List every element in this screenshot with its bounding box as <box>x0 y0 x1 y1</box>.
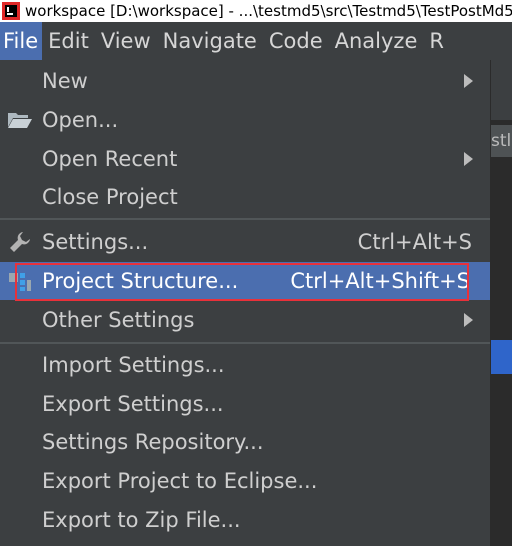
menu-bar: File Edit View Navigate Code Analyze R <box>0 22 512 60</box>
toolbar-background <box>491 60 512 120</box>
menu-separator <box>0 342 490 344</box>
menu-item-open[interactable]: Open... <box>0 101 490 139</box>
menu-file[interactable]: File <box>0 22 43 60</box>
menu-code[interactable]: Code <box>263 22 329 60</box>
window-title-bar: workspace [D:\workspace] - ...\testmd5\s… <box>0 0 512 22</box>
menu-analyze[interactable]: Analyze <box>329 22 424 60</box>
menu-item-export-settings[interactable]: Export Settings... <box>0 385 490 423</box>
menu-item-other-settings[interactable]: Other Settings <box>0 301 490 339</box>
menu-item-import-settings[interactable]: Import Settings... <box>0 346 490 384</box>
submenu-arrow-icon <box>464 74 473 88</box>
menu-item-settings[interactable]: Settings... Ctrl+Alt+S <box>0 223 490 261</box>
menu-edit[interactable]: Edit <box>42 22 95 60</box>
menu-navigate[interactable]: Navigate <box>157 22 263 60</box>
project-structure-icon <box>6 267 34 295</box>
menu-item-close-project[interactable]: Close Project <box>0 178 490 216</box>
menu-item-export-zip[interactable]: Export to Zip File... <box>0 501 490 539</box>
file-menu-dropdown: New Open... Open Recent Close Project Se… <box>0 60 491 546</box>
menu-item-project-structure[interactable]: Project Structure... Ctrl+Alt+Shift+S <box>0 262 490 300</box>
menu-refactor[interactable]: R <box>423 22 450 60</box>
submenu-arrow-icon <box>464 152 473 166</box>
intellij-app-icon <box>2 2 20 20</box>
wrench-icon <box>6 228 34 256</box>
folder-icon <box>6 106 34 134</box>
submenu-arrow-icon <box>464 313 473 327</box>
window-title: workspace [D:\workspace] - ...\testmd5\s… <box>25 2 512 20</box>
menu-separator <box>0 218 490 220</box>
menu-view[interactable]: View <box>95 22 157 60</box>
ide-window: workspace [D:\workspace] - ...\testmd5\s… <box>0 0 512 546</box>
selected-row-fragment <box>491 340 512 374</box>
menu-item-open-recent[interactable]: Open Recent <box>0 140 490 178</box>
menu-item-new[interactable]: New <box>0 62 490 100</box>
editor-tab-fragment[interactable]: stl <box>491 125 512 157</box>
menu-item-export-eclipse[interactable]: Export Project to Eclipse... <box>0 462 490 500</box>
menu-item-settings-repository[interactable]: Settings Repository... <box>0 423 490 461</box>
